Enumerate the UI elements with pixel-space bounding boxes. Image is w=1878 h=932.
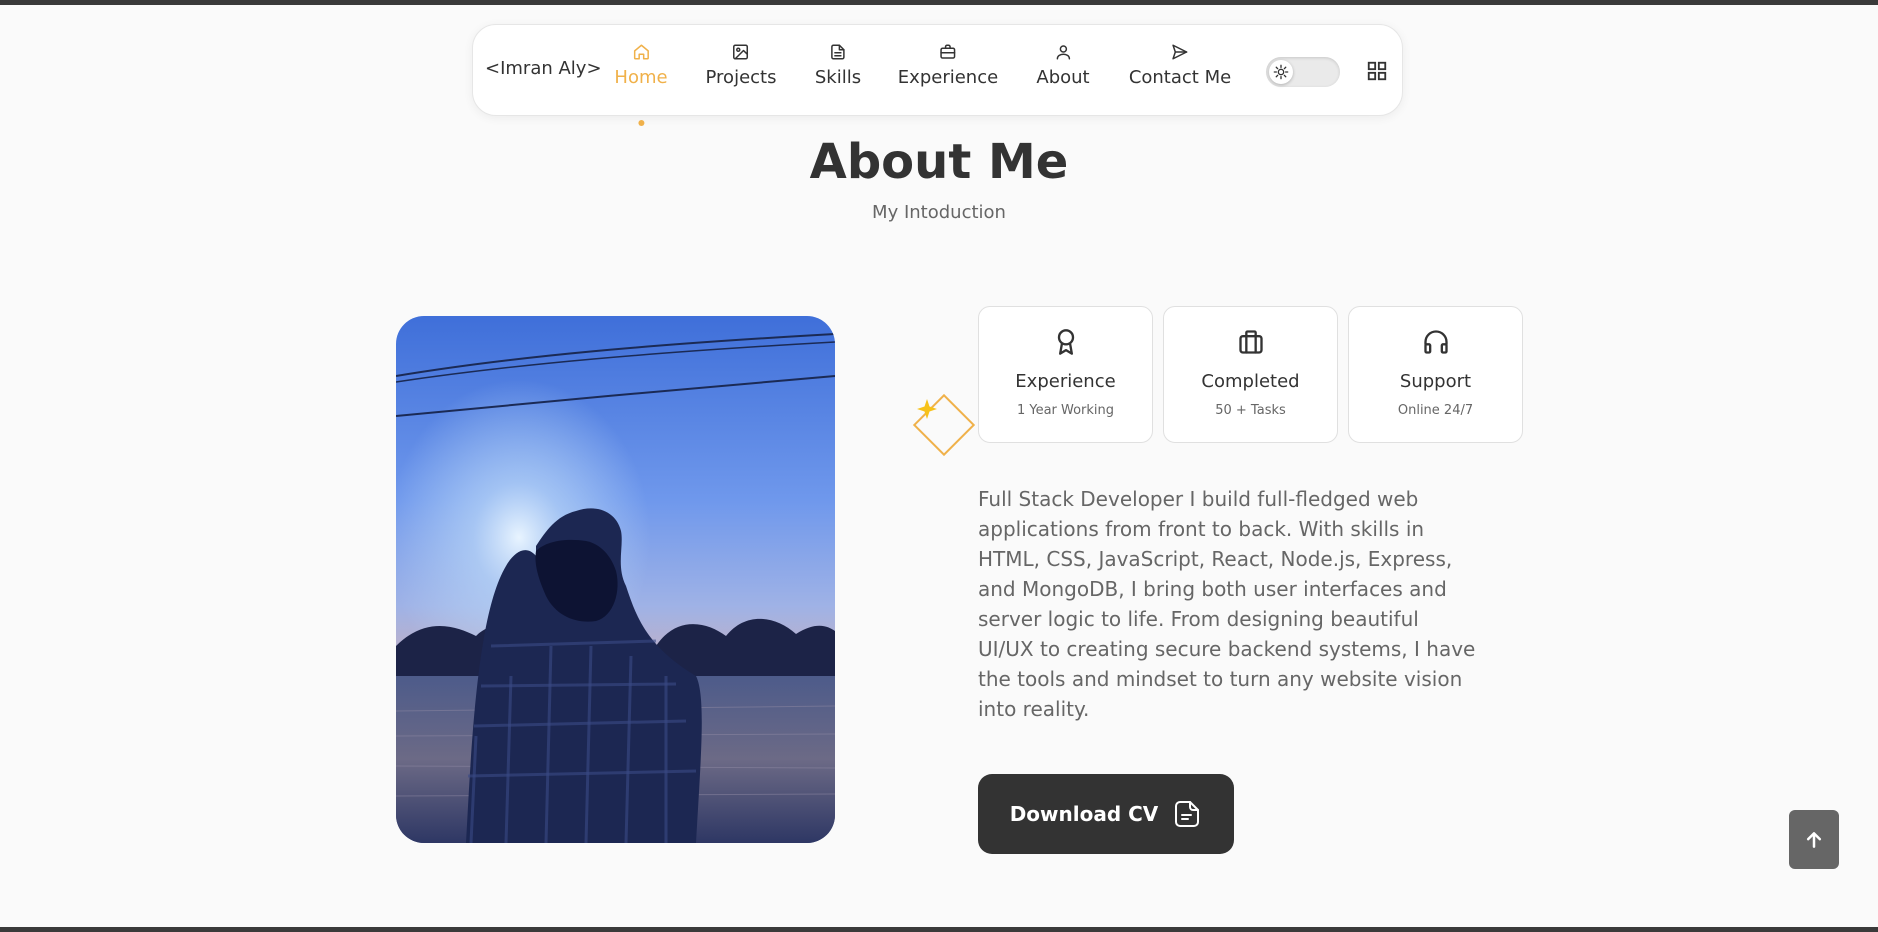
stat-card-completed: Completed 50 + Tasks [1163, 306, 1338, 443]
brand-logo[interactable]: <Imran Aly> [485, 58, 602, 79]
grid-icon [1367, 61, 1387, 81]
send-icon [1171, 43, 1189, 61]
section-title: About Me [809, 134, 1069, 190]
top-border [0, 0, 1878, 5]
nav-item-about[interactable]: About [1036, 43, 1090, 103]
card-subtitle: Online 24/7 [1397, 403, 1474, 418]
sparkle-icon [917, 399, 937, 419]
theme-toggle[interactable] [1266, 57, 1340, 87]
nav-item-label: Projects [705, 67, 777, 88]
download-cv-label: Download CV [1009, 802, 1159, 826]
nav-item-skills[interactable]: Skills [815, 43, 861, 103]
nav-item-label: Home [614, 67, 668, 88]
nav-item-experience[interactable]: Experience [898, 43, 998, 103]
nav-item-home[interactable]: Home [614, 43, 668, 126]
profile-photo [396, 316, 835, 843]
toggle-knob [1269, 60, 1293, 84]
home-icon [632, 43, 650, 61]
document-icon [829, 43, 847, 61]
bottom-border [0, 927, 1878, 932]
card-title: Experience [1015, 371, 1116, 392]
user-icon [1054, 43, 1072, 61]
download-cv-button[interactable]: Download CV [978, 774, 1234, 854]
menu-grid-button[interactable] [1366, 60, 1388, 82]
nav-item-label: Contact Me [1128, 67, 1232, 88]
nav-item-projects[interactable]: Projects [705, 43, 777, 103]
nav-item-label: About [1036, 67, 1090, 88]
nav-item-contact[interactable]: Contact Me [1129, 43, 1231, 103]
image-icon [732, 43, 750, 61]
headphones-icon [1422, 328, 1450, 356]
arrow-up-icon [1806, 831, 1822, 848]
navbar: <Imran Aly> Home Projects Skills Experie… [472, 24, 1403, 126]
briefcase-icon [1237, 328, 1265, 356]
briefcase-icon [939, 43, 957, 61]
card-subtitle: 50 + Tasks [1215, 403, 1286, 418]
stat-card-support: Support Online 24/7 [1348, 306, 1523, 443]
card-title: Completed [1201, 371, 1300, 392]
about-description: Full Stack Developer I build full-fledge… [978, 487, 1476, 721]
scroll-to-top-button[interactable] [1789, 810, 1839, 869]
nav-item-label: Skills [814, 67, 862, 88]
card-title: Support [1399, 371, 1472, 392]
card-subtitle: 1 Year Working [1016, 403, 1115, 418]
file-icon [1175, 801, 1200, 827]
stat-card-experience: Experience 1 Year Working [978, 306, 1153, 443]
section-subtitle: My Intoduction [872, 202, 1006, 223]
active-indicator [638, 120, 644, 126]
sun-icon [1273, 64, 1289, 80]
nav-item-label: Experience [897, 67, 999, 88]
award-icon [1052, 328, 1080, 356]
